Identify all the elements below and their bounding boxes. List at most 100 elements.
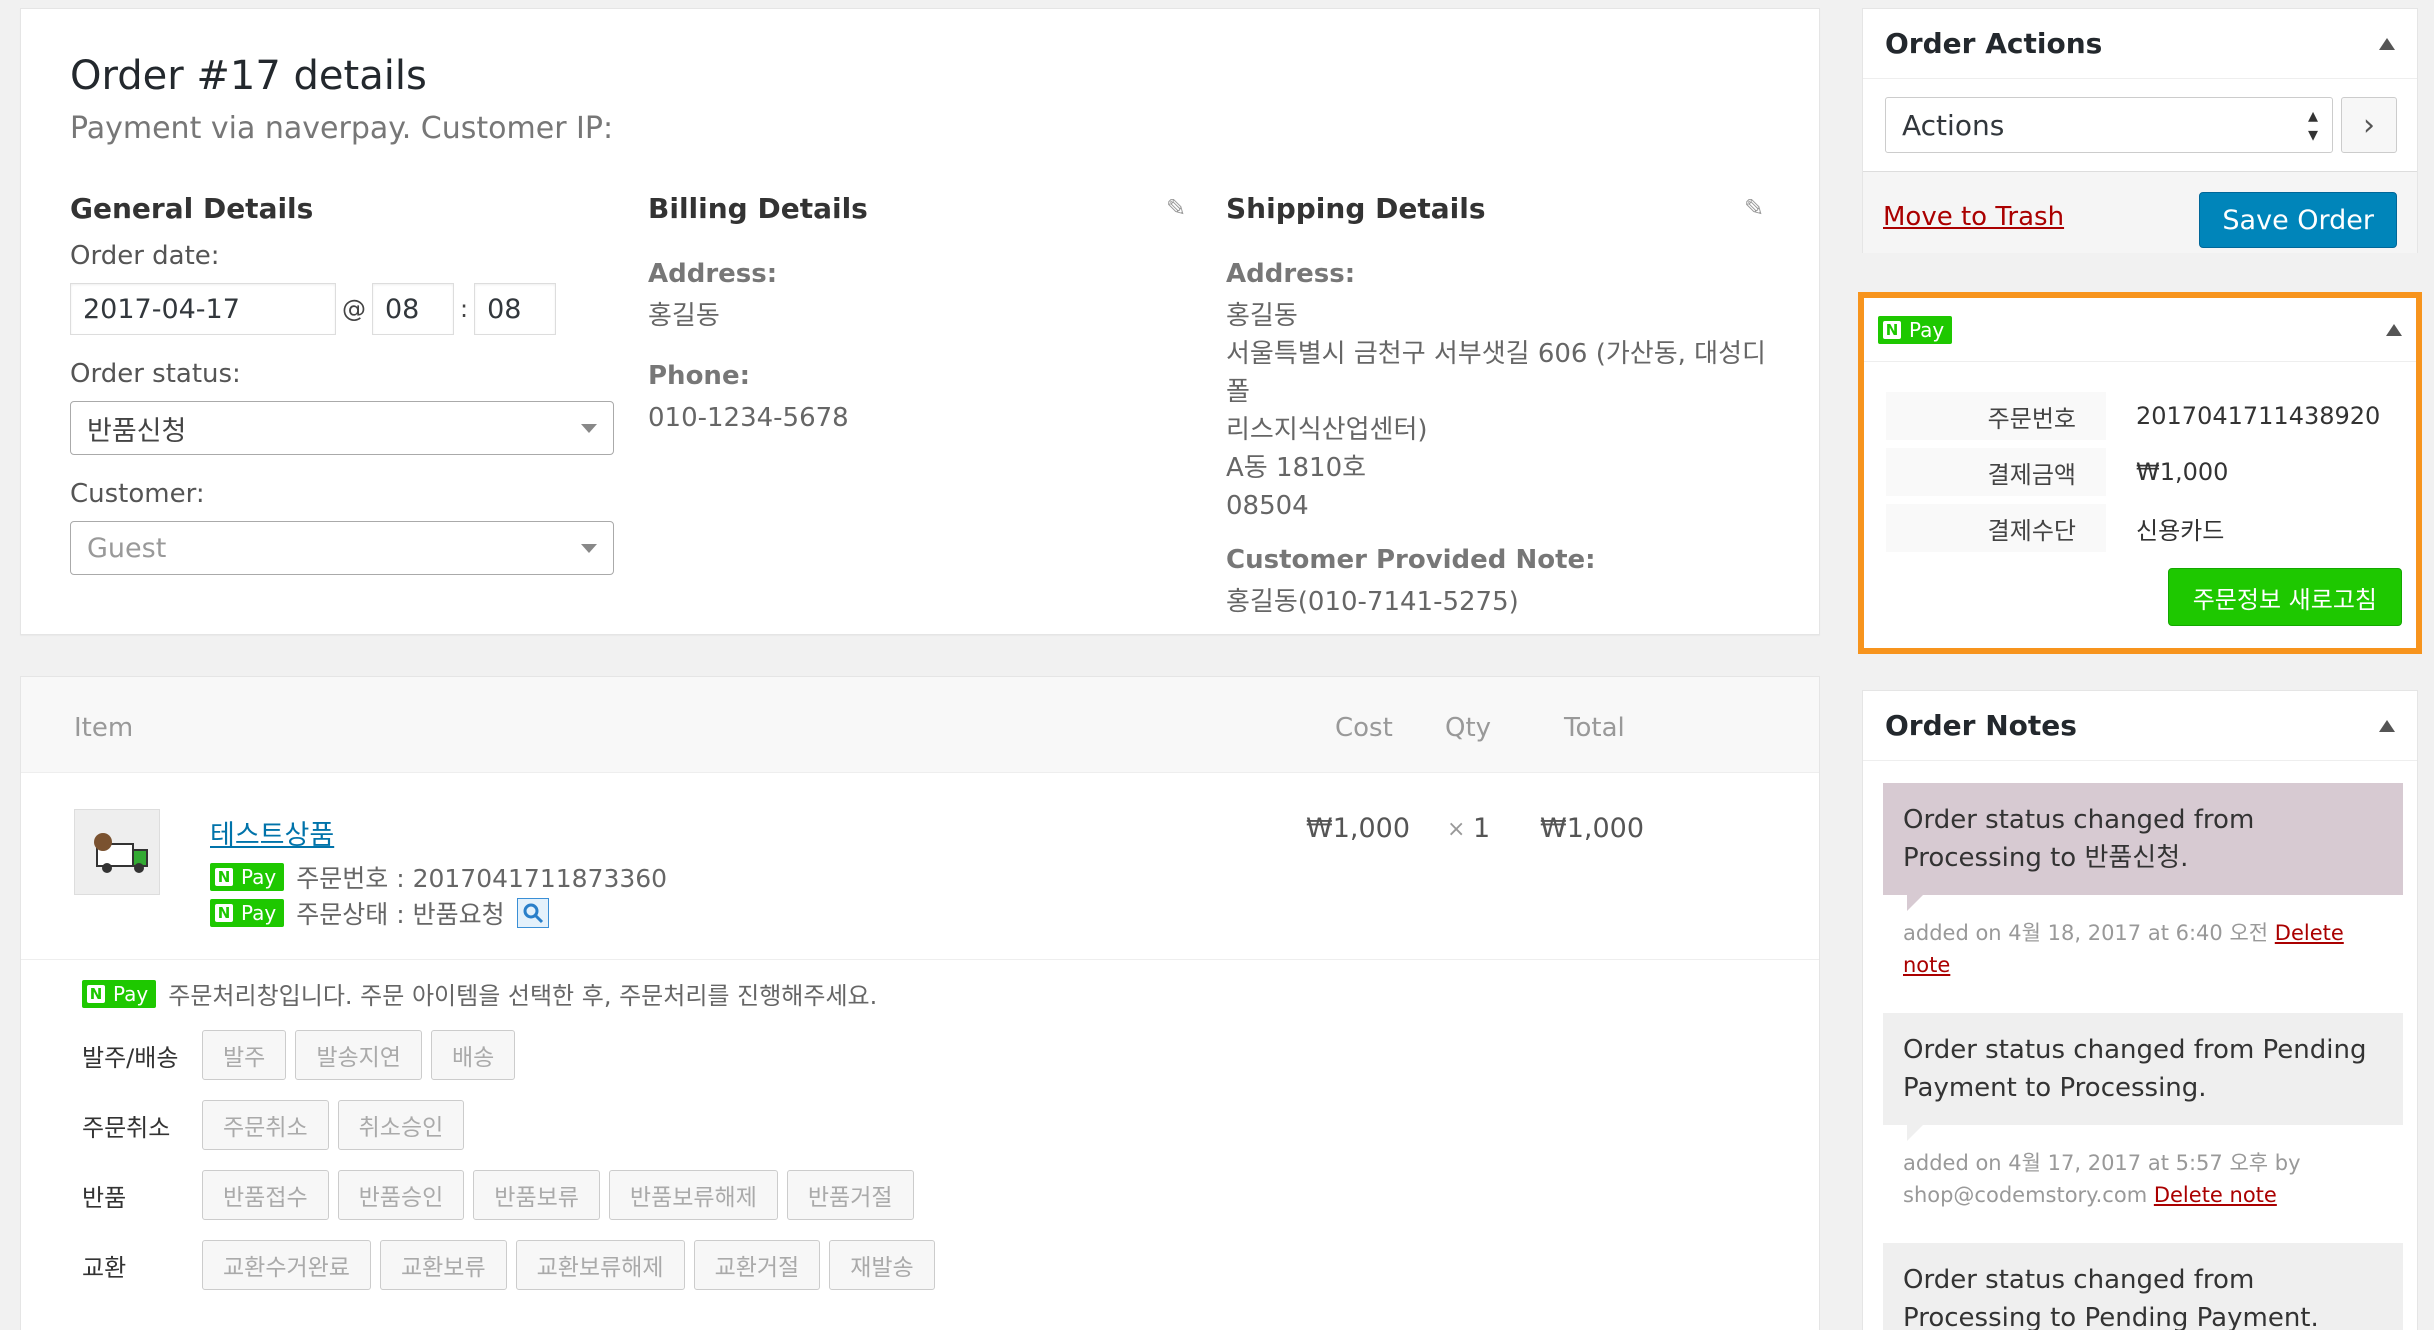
note-text: Order status changed from Pending Paymen…	[1883, 1013, 2403, 1141]
order-details-panel: Order #17 details Payment via naverpay. …	[20, 8, 1820, 635]
billing-details-heading: Billing Details	[648, 192, 868, 225]
order-note: Order status changed from Processing to …	[1883, 783, 2403, 981]
process-button[interactable]: 취소승인	[337, 1100, 465, 1150]
table-row: 결제금액 ₩1,000	[1886, 448, 2402, 496]
process-button[interactable]: 교환수거완료	[202, 1240, 371, 1290]
note-date: added on 4월 17, 2017 at 5:57 오후 by	[1903, 1151, 2301, 1175]
order-items-panel: Item Cost Qty Total 테스트상품 N Pay 주문번호 : 20…	[20, 676, 1820, 1330]
process-button[interactable]: 반품보류해제	[608, 1170, 778, 1220]
process-intro-text: 주문처리창입니다. 주문 아이템을 선택한 후, 주문처리를 진행해주세요.	[168, 982, 878, 1010]
process-row-shipping: 발주/배송 발주 발송지연 배송	[82, 1030, 524, 1080]
customer-value: Guest	[87, 532, 167, 564]
npay-n-logo: N	[215, 904, 233, 922]
npay-info-table: 주문번호 2017041711438920 결제금액 ₩1,000 결제수단 신…	[1886, 384, 2402, 560]
npay-badge: N Pay	[1878, 315, 1953, 344]
collapse-triangle-icon[interactable]	[2379, 719, 2395, 732]
collapse-triangle-icon[interactable]	[2379, 37, 2395, 50]
order-hour-input[interactable]: 08	[372, 283, 454, 335]
select-arrows-icon: ▴ ▾	[2307, 103, 2318, 146]
order-date-input[interactable]: 2017-04-17	[70, 283, 336, 335]
move-to-trash-link[interactable]: Move to Trash	[1883, 202, 2064, 232]
process-row-return: 반품 반품접수 반품승인 반품보류 반품보류해제 반품거절	[82, 1170, 923, 1220]
qty-times: ×	[1447, 817, 1466, 842]
process-button[interactable]: 반품접수	[202, 1170, 329, 1220]
shipping-address-line: 서울특별시 금천구 서부샛길 606 (가산동, 대성디폴	[1226, 339, 1766, 407]
process-button[interactable]: 주문취소	[202, 1100, 329, 1150]
customer-note-label: Customer Provided Note:	[1226, 545, 1596, 575]
shipping-address-line: 리스지식산업센터)	[1226, 415, 1428, 445]
npay-badge: N Pay	[210, 899, 285, 927]
process-button[interactable]: 배송	[430, 1030, 516, 1080]
order-actions-header[interactable]: Order Actions	[1863, 9, 2417, 79]
billing-details: Billing Details Address: 홍길동 Phone: 010-…	[648, 192, 1188, 437]
collapse-triangle-icon[interactable]	[2386, 323, 2402, 336]
delete-note-link[interactable]: Delete note	[2154, 1183, 2277, 1207]
npay-badge-label: Pay	[113, 981, 149, 1006]
product-thumbnail	[74, 809, 160, 895]
process-button[interactable]: 발주	[202, 1030, 287, 1080]
process-button[interactable]: 교환보류	[379, 1240, 507, 1290]
npay-n-logo: N	[87, 984, 105, 1003]
chevron-down-icon	[581, 544, 597, 553]
npay-n-logo: N	[1883, 320, 1901, 339]
apply-action-button[interactable]: ›	[2341, 97, 2397, 153]
customer-label: Customer:	[70, 479, 205, 509]
npay-info-key: 주문번호	[1886, 392, 2106, 440]
product-name-link[interactable]: 테스트상품	[210, 813, 334, 852]
npay-box-header[interactable]: N Pay	[1864, 298, 2416, 362]
npay-order-number: 주문번호 : 2017041711873360	[296, 864, 668, 893]
process-button[interactable]: 반품보류	[473, 1170, 600, 1220]
order-status-select[interactable]: 반품신청	[70, 401, 614, 455]
order-status-label: Order status:	[70, 359, 241, 389]
note-meta: added on 4월 17, 2017 at 5:57 오후 by shop@…	[1883, 1125, 2403, 1211]
npay-info-value: 2017041711438920	[2136, 402, 2381, 430]
item-cost: ₩1,000	[1306, 813, 1410, 844]
qty-column-header: Qty	[1445, 713, 1492, 743]
process-button[interactable]: 반품거절	[786, 1170, 914, 1220]
process-row-exchange: 교환 교환수거완료 교환보류 교환보류해제 교환거절 재발송	[82, 1240, 944, 1290]
process-row-cancel: 주문취소 주문취소 취소승인	[82, 1100, 473, 1150]
order-note: Order status changed from Pending Paymen…	[1883, 1013, 2403, 1211]
order-notes-heading: Order Notes	[1885, 709, 2077, 742]
page-title: Order #17 details	[70, 53, 427, 99]
items-header: Item Cost Qty Total	[21, 677, 1819, 773]
edit-shipping-pencil-icon[interactable]: ✎	[1744, 194, 1764, 222]
npay-badge: N Pay	[210, 863, 285, 891]
total-column-header: Total	[1564, 713, 1625, 743]
edit-billing-pencil-icon[interactable]: ✎	[1166, 194, 1186, 222]
note-date: added on 4월 18, 2017 at 6:40 오전	[1903, 921, 2269, 945]
magnifier-icon[interactable]	[516, 898, 549, 928]
process-row-label: 교환	[82, 1253, 127, 1282]
billing-phone: 010-1234-5678	[648, 403, 849, 433]
page-subtitle: Payment via naverpay. Customer IP:	[70, 111, 614, 146]
item-npay-order-number: N Pay 주문번호 : 2017041711873360	[210, 859, 667, 895]
npay-info-key: 결제수단	[1886, 504, 2106, 552]
note-meta: added on 4월 18, 2017 at 6:40 오전 Delete n…	[1883, 895, 2403, 981]
process-button[interactable]: 교환거절	[693, 1240, 821, 1290]
process-row-label: 주문취소	[82, 1113, 171, 1142]
process-button[interactable]: 발송지연	[295, 1030, 422, 1080]
shipping-address-line: 홍길동	[1226, 301, 1298, 331]
npay-info-key: 결제금액	[1886, 448, 2106, 496]
npay-badge: N Pay	[82, 979, 157, 1008]
npay-process-area: N Pay 주문처리창입니다. 주문 아이템을 선택한 후, 주문처리를 진행해주…	[21, 959, 1819, 1290]
process-button[interactable]: 재발송	[829, 1240, 935, 1290]
shipping-address-label: Address:	[1226, 259, 1356, 289]
shipping-details: Shipping Details Address: 홍길동 서울특별시 금천구 …	[1226, 192, 1786, 621]
item-column-header: Item	[74, 713, 134, 743]
order-action-select[interactable]: Actions ▴ ▾	[1885, 97, 2333, 153]
general-details: General Details Order date: 2017-04-17 @…	[70, 192, 620, 575]
item-npay-order-status: N Pay 주문상태 : 반품요청	[210, 895, 549, 931]
order-minute-input[interactable]: 08	[474, 283, 557, 335]
order-notes-header[interactable]: Order Notes	[1863, 691, 2417, 761]
save-order-button[interactable]: Save Order	[2199, 192, 2397, 248]
item-qty: 1	[1473, 813, 1491, 844]
process-button[interactable]: 교환보류해제	[515, 1240, 685, 1290]
item-total: ₩1,000	[1540, 813, 1644, 844]
process-button[interactable]: 반품승인	[337, 1170, 465, 1220]
npay-refresh-button[interactable]: 주문정보 새로고침	[2167, 568, 2402, 626]
customer-select[interactable]: Guest	[70, 521, 614, 575]
order-actions-heading: Order Actions	[1885, 27, 2103, 60]
process-row-label: 발주/배송	[82, 1043, 179, 1072]
at-sign: @	[342, 295, 366, 323]
